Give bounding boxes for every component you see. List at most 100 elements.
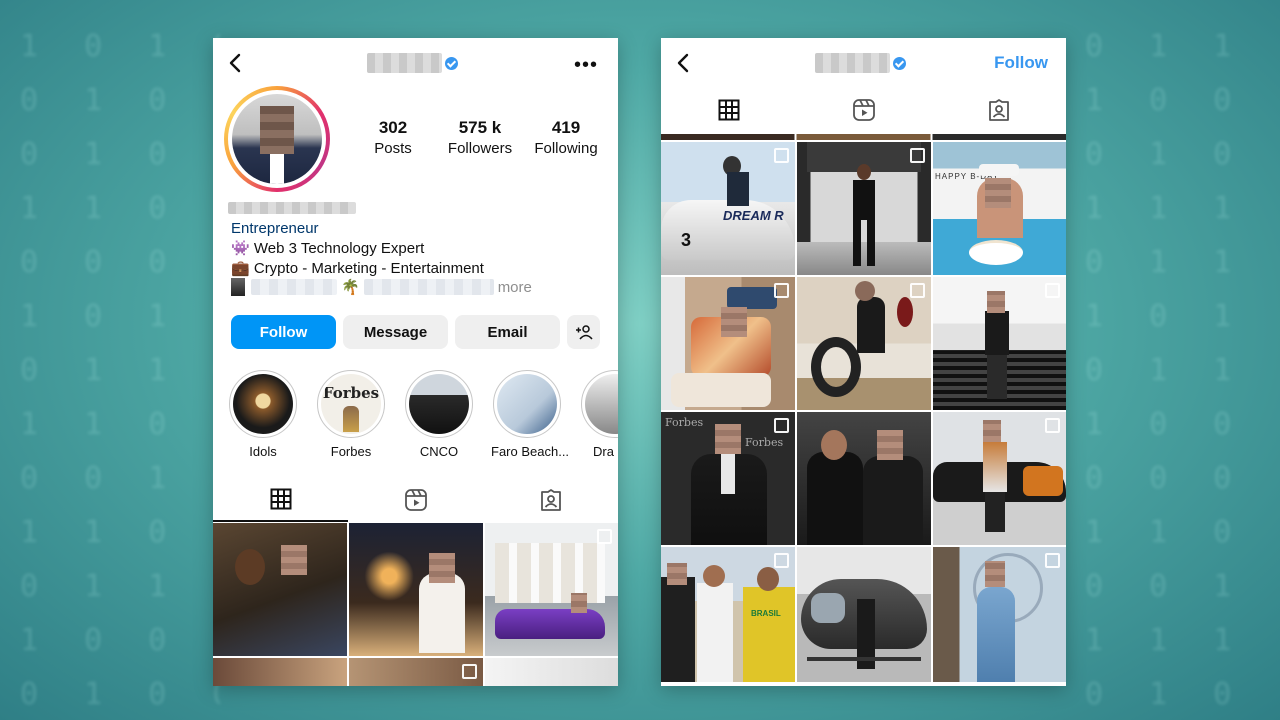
email-button[interactable]: Email bbox=[455, 315, 560, 349]
post-thumbnail[interactable]: HAPPY B-DAY bbox=[933, 142, 1066, 275]
post-thumbnail[interactable] bbox=[797, 547, 931, 682]
back-arrow-icon[interactable] bbox=[225, 52, 247, 74]
bio-line-2: 💼 Crypto - Marketing - Entertainment bbox=[231, 259, 484, 277]
bio-link-redacted bbox=[251, 279, 337, 295]
add-person-icon bbox=[575, 325, 593, 340]
highlight-label: CNCO bbox=[419, 444, 459, 459]
post-thumbnail[interactable] bbox=[661, 277, 795, 410]
back-arrow-icon[interactable] bbox=[673, 52, 695, 74]
background-binary-right: 0 1 1 1 0 0 0 1 0 1 1 1 0 1 1 1 0 1 0 1 … bbox=[1085, 29, 1246, 712]
post-thumbnail[interactable] bbox=[349, 523, 483, 656]
story-highlight-idols[interactable]: Idols bbox=[227, 370, 299, 459]
post-thumbnail[interactable] bbox=[485, 523, 618, 656]
briefcase-emoji-icon: 💼 bbox=[231, 260, 250, 277]
add-person-button[interactable] bbox=[567, 315, 600, 349]
multi-image-icon bbox=[1045, 418, 1060, 433]
bio-category: Entrepreneur bbox=[231, 220, 319, 237]
username-redacted bbox=[815, 53, 890, 73]
post-thumbnail[interactable] bbox=[797, 142, 931, 275]
reels-tab-icon bbox=[404, 489, 427, 511]
reels-tab-icon bbox=[852, 99, 875, 121]
tab-tagged[interactable] bbox=[931, 88, 1066, 132]
background-binary-left: 1 0 1 0 0 1 0 1 0 1 0 0 1 1 0 1 0 0 0 0 … bbox=[20, 29, 220, 712]
alien-emoji-icon: 👾 bbox=[231, 240, 250, 257]
highlight-label: Forbes bbox=[330, 444, 372, 459]
bio-line-1: 👾 Web 3 Technology Expert bbox=[231, 239, 424, 257]
profile-screen-right: Follow DREAM R 3 HAPPY B-DAY Forbes Forb… bbox=[661, 38, 1066, 686]
story-highlight-cnco[interactable]: CNCO bbox=[403, 370, 475, 459]
post-thumbnail[interactable] bbox=[349, 658, 483, 686]
tab-reels[interactable] bbox=[348, 478, 483, 522]
brasil-jersey-text: BRASIL bbox=[751, 609, 781, 618]
multi-image-icon bbox=[597, 529, 612, 544]
bio-text-redacted bbox=[363, 279, 494, 295]
follow-link[interactable]: Follow bbox=[994, 53, 1048, 73]
post-thumbnail[interactable] bbox=[933, 277, 1066, 410]
story-highlight-dra[interactable]: Dra bbox=[579, 370, 618, 459]
tab-tagged[interactable] bbox=[483, 478, 618, 522]
followers-label: Followers bbox=[447, 140, 513, 157]
posts-grid: DREAM R 3 HAPPY B-DAY Forbes Forbes BRAS… bbox=[661, 142, 1066, 682]
post-thumbnail[interactable]: DREAM R 3 bbox=[661, 142, 795, 275]
multi-image-icon bbox=[774, 553, 789, 568]
post-thumbnail[interactable] bbox=[797, 277, 931, 410]
display-name-redacted bbox=[228, 202, 356, 214]
grid-tab-icon bbox=[718, 99, 739, 121]
highlight-label: Idols bbox=[249, 444, 277, 459]
post-thumbnail[interactable] bbox=[797, 412, 931, 545]
following-label: Following bbox=[534, 140, 598, 157]
profile-tabs bbox=[213, 478, 618, 522]
verified-badge-icon bbox=[445, 57, 458, 70]
multi-image-icon bbox=[910, 148, 925, 163]
multi-image-icon bbox=[910, 283, 925, 298]
verified-badge-icon bbox=[893, 57, 906, 70]
bio-more-link[interactable]: more bbox=[498, 279, 532, 296]
grid-tab-icon bbox=[270, 488, 291, 510]
top-bar: ••• bbox=[213, 38, 618, 90]
post-thumbnail[interactable] bbox=[933, 412, 1066, 545]
tagged-tab-icon bbox=[540, 489, 561, 511]
story-highlight-forbes[interactable]: Forbes Forbes bbox=[315, 370, 387, 459]
multi-image-icon bbox=[1045, 553, 1060, 568]
post-thumbnail[interactable] bbox=[933, 547, 1066, 682]
post-thumbnail[interactable]: Forbes Forbes bbox=[661, 412, 795, 545]
multi-image-icon bbox=[774, 148, 789, 163]
follow-button[interactable]: Follow bbox=[231, 315, 336, 349]
posts-grid bbox=[213, 523, 618, 686]
bio-line-1-text: Web 3 Technology Expert bbox=[253, 240, 425, 257]
highlight-label: Faro Beach... bbox=[491, 444, 570, 459]
username-redacted bbox=[367, 53, 442, 73]
message-button[interactable]: Message bbox=[343, 315, 448, 349]
followers-number: 575 k bbox=[458, 118, 502, 137]
forbes-backdrop-text: Forbes bbox=[665, 416, 704, 429]
tab-grid[interactable] bbox=[661, 88, 796, 132]
profile-screen-left: ••• 302 Posts 575 k Followers 419 Follow… bbox=[213, 38, 618, 686]
followers-count[interactable]: 575 k Followers bbox=[435, 118, 525, 157]
multi-image-icon bbox=[774, 418, 789, 433]
palm-tree-emoji-icon: 🌴 bbox=[341, 279, 360, 296]
dream-racing-text: DREAM R bbox=[723, 208, 784, 223]
previous-row-strip bbox=[661, 134, 1066, 140]
tab-grid[interactable] bbox=[213, 478, 348, 522]
highlight-label: Dra bbox=[593, 444, 614, 459]
car-number-text: 3 bbox=[681, 230, 692, 250]
profile-tabs bbox=[661, 88, 1066, 132]
multi-image-icon bbox=[1045, 283, 1060, 298]
posts-count[interactable]: 302 Posts bbox=[348, 118, 438, 157]
posts-number: 302 bbox=[378, 118, 408, 137]
bio-line-3: 🌴 more bbox=[231, 278, 532, 296]
more-options-icon[interactable]: ••• bbox=[574, 54, 598, 77]
following-number: 419 bbox=[551, 118, 581, 137]
post-thumbnail[interactable]: BRASIL bbox=[661, 547, 795, 682]
story-highlight-faro-beach[interactable]: Faro Beach... bbox=[491, 370, 570, 459]
phone-emoji-icon bbox=[231, 278, 245, 296]
forbes-backdrop-text: Forbes bbox=[745, 436, 784, 449]
post-thumbnail[interactable] bbox=[213, 523, 347, 656]
bio-line-2-text: Crypto - Marketing - Entertainment bbox=[253, 260, 484, 277]
following-count[interactable]: 419 Following bbox=[521, 118, 611, 157]
profile-avatar[interactable] bbox=[224, 86, 330, 192]
tagged-tab-icon bbox=[988, 99, 1009, 121]
post-thumbnail[interactable] bbox=[213, 658, 347, 686]
post-thumbnail[interactable] bbox=[485, 658, 618, 686]
tab-reels[interactable] bbox=[796, 88, 931, 132]
